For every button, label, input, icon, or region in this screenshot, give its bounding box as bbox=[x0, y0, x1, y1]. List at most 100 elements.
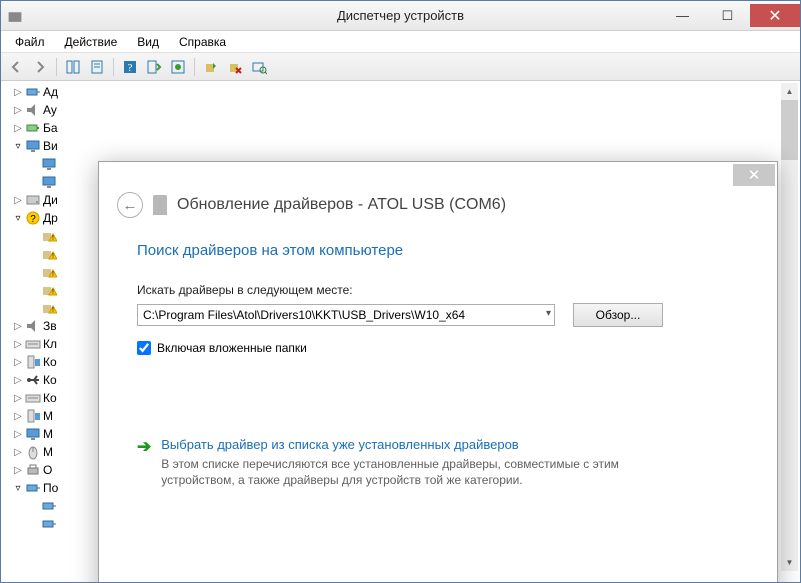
pc-icon bbox=[25, 354, 41, 370]
tree-toggle-icon[interactable]: ▷ bbox=[13, 195, 23, 206]
svg-text:?: ? bbox=[128, 62, 133, 74]
scroll-down-icon[interactable]: ▼ bbox=[781, 554, 798, 571]
tree-toggle-icon[interactable]: ▷ bbox=[13, 429, 23, 440]
tree-item[interactable]: ▷ Ау bbox=[3, 101, 97, 119]
toolbar-sep bbox=[56, 58, 57, 76]
main-panel: ▷Aд▷Ау▷Ба▿Ви▷Ди▿?Др!!!!!▷Зв▷Кл▷Ко▷Ко▷Ко▷… bbox=[1, 81, 800, 582]
close-button[interactable]: ✕ bbox=[750, 4, 800, 27]
keyboard-icon bbox=[25, 336, 41, 352]
battery-icon bbox=[25, 120, 41, 136]
toolbar-sep bbox=[113, 58, 114, 76]
menu-help[interactable]: Справка bbox=[169, 33, 236, 51]
help-icon[interactable]: ? bbox=[119, 56, 141, 78]
tree-item[interactable]: ! bbox=[3, 281, 97, 299]
tree-item[interactable]: ▷Ко bbox=[3, 389, 97, 407]
tree-toggle-icon[interactable]: ▷ bbox=[13, 123, 23, 134]
minimize-button[interactable]: — bbox=[660, 4, 705, 27]
menu-file[interactable]: Файл bbox=[5, 33, 55, 51]
tree-item-label: М bbox=[43, 445, 53, 459]
enable-icon[interactable] bbox=[200, 56, 222, 78]
tree-toggle-icon[interactable]: ▷ bbox=[13, 447, 23, 458]
tree-toggle-icon[interactable]: ▿ bbox=[13, 141, 23, 152]
properties-icon[interactable] bbox=[86, 56, 108, 78]
scrollbar[interactable]: ▲ ▼ bbox=[781, 83, 798, 571]
scroll-up-icon[interactable]: ▲ bbox=[781, 83, 798, 100]
tree-toggle-icon[interactable]: ▷ bbox=[13, 339, 23, 350]
dialog-close-button[interactable]: ✕ bbox=[733, 164, 775, 186]
update-driver-icon[interactable] bbox=[167, 56, 189, 78]
port-icon bbox=[25, 84, 41, 100]
tree-item-label: М bbox=[43, 427, 53, 441]
tree-item[interactable]: ▿По bbox=[3, 479, 97, 497]
device-tree[interactable]: ▷Aд▷Ау▷Ба▿Ви▷Ди▿?Др!!!!!▷Зв▷Кл▷Ко▷Ко▷Ко▷… bbox=[3, 83, 97, 573]
maximize-button[interactable]: ☐ bbox=[705, 4, 750, 27]
keyboard-icon bbox=[25, 390, 41, 406]
audio-icon bbox=[25, 102, 41, 118]
tree-item[interactable]: ! bbox=[3, 299, 97, 317]
section-title: Поиск драйверов на этом компьютере bbox=[137, 242, 739, 259]
tree-toggle-icon[interactable]: ▷ bbox=[13, 393, 23, 404]
forward-icon[interactable] bbox=[29, 56, 51, 78]
tree-toggle-icon[interactable]: ▷ bbox=[13, 357, 23, 368]
uninstall-icon[interactable] bbox=[224, 56, 246, 78]
tree-toggle-icon[interactable]: ▷ bbox=[13, 375, 23, 386]
dialog-back-button[interactable]: ← bbox=[117, 192, 143, 218]
tree-toggle-icon[interactable]: ▿ bbox=[13, 483, 23, 494]
menubar: Файл Действие Вид Справка bbox=[1, 31, 800, 53]
scan-hardware-icon[interactable] bbox=[248, 56, 270, 78]
menu-view[interactable]: Вид bbox=[127, 33, 169, 51]
tree-item[interactable]: ▷М bbox=[3, 407, 97, 425]
tree-item[interactable]: ▷ Ди bbox=[3, 191, 97, 209]
tree-toggle-icon[interactable]: ▷ bbox=[13, 87, 23, 98]
tree-item[interactable]: ▷Aд bbox=[3, 83, 97, 101]
tree-item[interactable]: ▷ Ба bbox=[3, 119, 97, 137]
menu-action[interactable]: Действие bbox=[55, 33, 128, 51]
tree-item[interactable]: ! bbox=[3, 263, 97, 281]
tree-item-label: М bbox=[43, 409, 53, 423]
tree-item-label: Ко bbox=[43, 373, 57, 387]
tree-toggle-icon[interactable]: ▷ bbox=[13, 105, 23, 116]
scroll-thumb[interactable] bbox=[781, 100, 798, 160]
driver-path-input[interactable] bbox=[137, 304, 555, 326]
tree-item[interactable]: ▿Ви bbox=[3, 137, 97, 155]
tree-item-label: Др bbox=[43, 211, 58, 225]
include-subfolders-checkbox[interactable] bbox=[137, 341, 151, 355]
tree-item[interactable]: ▷О bbox=[3, 461, 97, 479]
tree-item[interactable]: ! bbox=[3, 245, 97, 263]
window-controls: — ☐ ✕ bbox=[660, 4, 800, 27]
tree-item[interactable]: ▷М bbox=[3, 443, 97, 461]
tree-item[interactable]: ▷ Ко bbox=[3, 353, 97, 371]
usb-icon bbox=[25, 372, 41, 388]
printer-icon bbox=[25, 462, 41, 478]
include-subfolders-row[interactable]: Включая вложенные папки bbox=[137, 341, 739, 355]
tree-item[interactable]: ▷Зв bbox=[3, 317, 97, 335]
tree-item[interactable] bbox=[3, 497, 97, 515]
tree-item[interactable]: ▷Кл bbox=[3, 335, 97, 353]
dialog-titlebar[interactable]: ✕ bbox=[99, 162, 777, 192]
tree-item[interactable]: ▷ Ко bbox=[3, 371, 97, 389]
tree-item[interactable]: ! bbox=[3, 227, 97, 245]
tree-item-label: Ко bbox=[43, 355, 57, 369]
tree-item[interactable]: ▿?Др bbox=[3, 209, 97, 227]
pick-from-list-option[interactable]: ➔ Выбрать драйвер из списка уже установл… bbox=[137, 437, 739, 488]
tree-item[interactable] bbox=[3, 155, 97, 173]
titlebar[interactable]: Диспетчер устройств — ☐ ✕ bbox=[1, 1, 800, 31]
tree-item[interactable]: ▷М bbox=[3, 425, 97, 443]
tree-toggle-icon[interactable]: ▷ bbox=[13, 465, 23, 476]
device-manager-window: Диспетчер устройств — ☐ ✕ Файл Действие … bbox=[0, 0, 801, 583]
tree-item-label: Ау bbox=[43, 103, 57, 117]
tree-item-label: Ба bbox=[43, 121, 58, 135]
option-desc: В этом списке перечисляются все установл… bbox=[161, 456, 681, 488]
show-hide-tree-icon[interactable] bbox=[62, 56, 84, 78]
browse-button[interactable]: Обзор... bbox=[573, 303, 663, 327]
back-icon[interactable] bbox=[5, 56, 27, 78]
refresh-icon[interactable] bbox=[143, 56, 165, 78]
arrow-right-icon: ➔ bbox=[137, 437, 151, 488]
tree-item[interactable] bbox=[3, 515, 97, 533]
tree-toggle-icon[interactable]: ▷ bbox=[13, 411, 23, 422]
tree-toggle-icon[interactable]: ▿ bbox=[13, 213, 23, 224]
option-title: Выбрать драйвер из списка уже установлен… bbox=[161, 437, 681, 452]
tree-item[interactable] bbox=[3, 173, 97, 191]
tree-toggle-icon[interactable]: ▷ bbox=[13, 321, 23, 332]
tree-item-label: Ди bbox=[43, 193, 58, 207]
